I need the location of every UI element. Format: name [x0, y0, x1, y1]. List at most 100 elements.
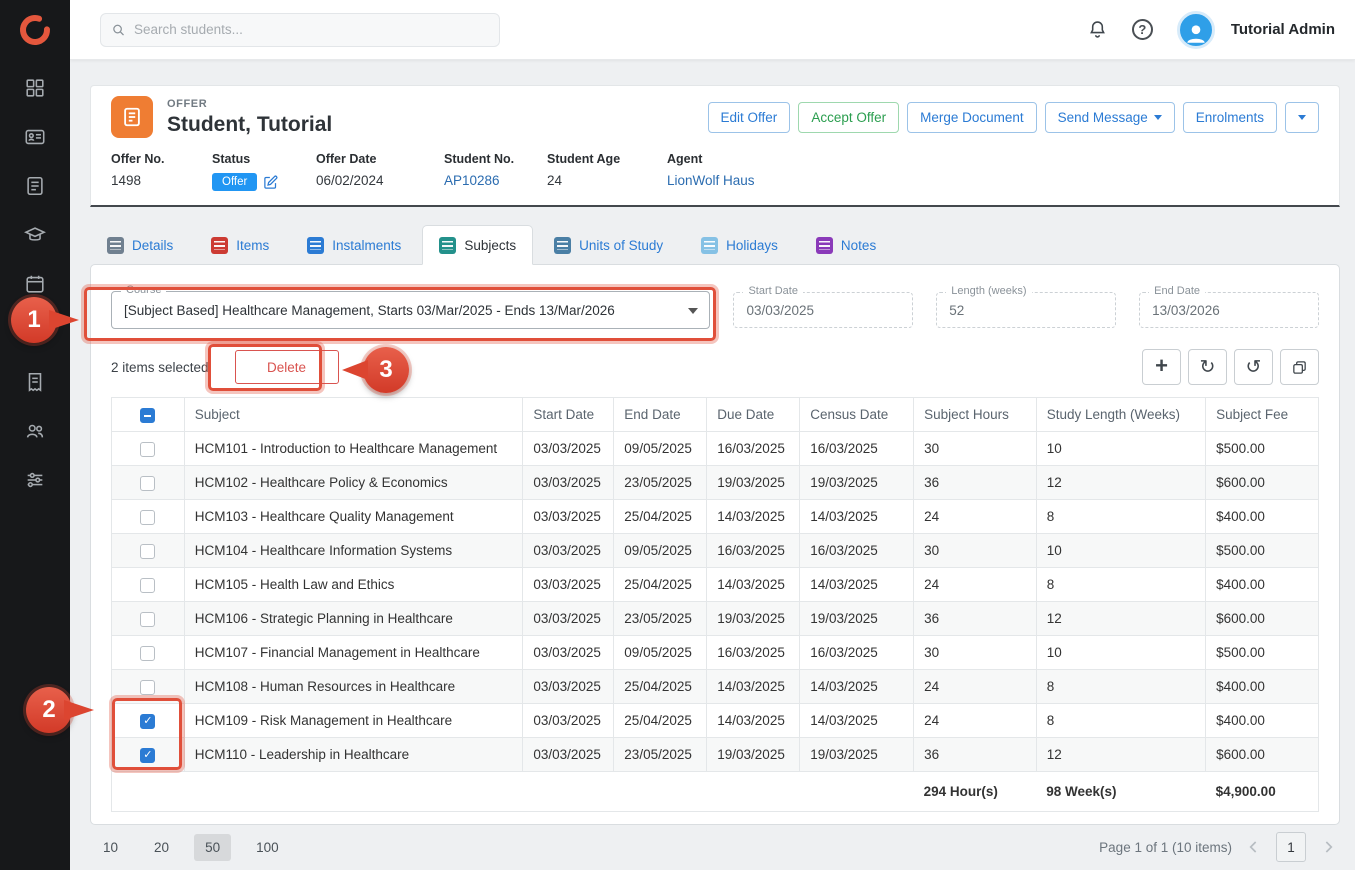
- row-checkbox[interactable]: [140, 544, 155, 559]
- refresh-icon: ↻: [1200, 356, 1216, 379]
- subject-cell: HCM105 - Health Law and Ethics: [184, 568, 523, 602]
- merge-document-button[interactable]: Merge Document: [907, 102, 1037, 133]
- census-date-cell: 16/03/2025: [800, 534, 914, 568]
- due-date-cell: 14/03/2025: [707, 568, 800, 602]
- add-icon: +: [1155, 353, 1168, 379]
- notifications-bell-icon[interactable]: [1087, 19, 1108, 40]
- start-date-cell: 03/03/2025: [523, 432, 614, 466]
- row-checkbox[interactable]: [140, 442, 155, 457]
- offer-meta-item: StatusOffer: [212, 152, 316, 191]
- table-row: HCM109 - Risk Management in Healthcare03…: [112, 704, 1319, 738]
- refresh-button[interactable]: ↻: [1188, 349, 1227, 385]
- courses-icon[interactable]: [23, 223, 47, 247]
- subject-hours-cell: 36: [914, 738, 1037, 772]
- subject-hours-cell: 30: [914, 636, 1037, 670]
- accept-offer-button[interactable]: Accept Offer: [798, 102, 899, 133]
- end-date-cell: 09/05/2025: [614, 432, 707, 466]
- table-row: HCM101 - Introduction to Healthcare Mana…: [112, 432, 1319, 466]
- edit-offer-button[interactable]: Edit Offer: [708, 102, 791, 133]
- tab-units-of-study[interactable]: Units of Study: [537, 225, 680, 265]
- tab-label: Subjects: [464, 238, 516, 253]
- page-size-20[interactable]: 20: [143, 834, 180, 861]
- meta-link[interactable]: AP10286: [444, 173, 547, 188]
- due-date-cell: 14/03/2025: [707, 500, 800, 534]
- select-all-checkbox[interactable]: [140, 408, 155, 423]
- row-checkbox[interactable]: [140, 476, 155, 491]
- subject-fee-cell: $400.00: [1206, 670, 1319, 704]
- course-select[interactable]: Course [Subject Based] Healthcare Manage…: [111, 291, 710, 329]
- row-checkbox[interactable]: [140, 578, 155, 593]
- history-button[interactable]: ↺: [1234, 349, 1273, 385]
- page-size-10[interactable]: 10: [92, 834, 129, 861]
- chevron-down-icon: [688, 308, 698, 314]
- settings-icon[interactable]: [23, 468, 47, 492]
- row-checkbox[interactable]: [140, 714, 155, 729]
- app-logo[interactable]: [0, 0, 70, 60]
- search-input[interactable]: [134, 22, 489, 37]
- row-checkbox[interactable]: [140, 612, 155, 627]
- help-icon[interactable]: ?: [1132, 19, 1153, 40]
- tab-notes[interactable]: Notes: [799, 225, 893, 265]
- tab-details[interactable]: Details: [90, 225, 190, 265]
- tab-instalments[interactable]: Instalments: [290, 225, 418, 265]
- subject-hours-cell: 36: [914, 602, 1037, 636]
- row-checkbox[interactable]: [140, 646, 155, 661]
- study-length-cell: 10: [1036, 636, 1205, 670]
- edit-status-icon[interactable]: [263, 175, 278, 190]
- tab-holidays[interactable]: Holidays: [684, 225, 795, 265]
- previous-page-icon[interactable]: [1244, 837, 1264, 857]
- end-date-value: 13/03/2026: [1152, 303, 1220, 318]
- tab-label: Units of Study: [579, 238, 663, 253]
- page-size-50[interactable]: 50: [194, 834, 231, 861]
- calendar-icon[interactable]: [23, 272, 47, 296]
- study-length-cell: 12: [1036, 738, 1205, 772]
- dashboard-icon[interactable]: [23, 76, 47, 100]
- row-checkbox-cell: [112, 432, 185, 466]
- send-message-button[interactable]: Send Message: [1045, 102, 1175, 133]
- row-checkbox[interactable]: [140, 680, 155, 695]
- subject-fee-cell: $500.00: [1206, 636, 1319, 670]
- user-name[interactable]: Tutorial Admin: [1231, 21, 1335, 38]
- more-actions-button[interactable]: [1285, 102, 1319, 133]
- study-length-cell: 8: [1036, 568, 1205, 602]
- next-page-icon[interactable]: [1318, 837, 1338, 857]
- study-length-cell: 12: [1036, 602, 1205, 636]
- offer-card: OFFER Student, Tutorial Edit OfferAccept…: [90, 85, 1340, 207]
- subject-hours-cell: 24: [914, 568, 1037, 602]
- students-icon[interactable]: [23, 125, 47, 149]
- tab-items[interactable]: Items: [194, 225, 286, 265]
- start-date-cell: 03/03/2025: [523, 500, 614, 534]
- start-date-cell: 03/03/2025: [523, 738, 614, 772]
- due-date-cell: 14/03/2025: [707, 704, 800, 738]
- column-header: End Date: [614, 398, 707, 432]
- current-page-button[interactable]: 1: [1276, 832, 1306, 862]
- invoices-icon[interactable]: [23, 370, 47, 394]
- due-date-cell: 16/03/2025: [707, 534, 800, 568]
- duplicate-button[interactable]: [1280, 349, 1319, 385]
- row-checkbox-cell: [112, 636, 185, 670]
- row-checkbox[interactable]: [140, 510, 155, 525]
- delete-button[interactable]: Delete: [235, 350, 339, 384]
- due-date-cell: 16/03/2025: [707, 636, 800, 670]
- enrolments-button[interactable]: Enrolments: [1183, 102, 1277, 133]
- avatar[interactable]: [1177, 11, 1215, 49]
- agents-icon[interactable]: [23, 419, 47, 443]
- due-date-cell: 16/03/2025: [707, 432, 800, 466]
- length-weeks-label: Length (weeks): [946, 285, 1031, 297]
- select-all-cell: [112, 398, 185, 432]
- offer-meta-item: Student No.AP10286: [444, 152, 547, 191]
- tab-details-icon: [107, 237, 124, 254]
- subject-fee-cell: $500.00: [1206, 534, 1319, 568]
- tab-notes-icon: [816, 237, 833, 254]
- add-subject-button[interactable]: +: [1142, 349, 1181, 385]
- column-header: Due Date: [707, 398, 800, 432]
- page-size-100[interactable]: 100: [245, 834, 290, 861]
- caret-down-icon: [1154, 115, 1162, 120]
- topbar: ? Tutorial Admin: [70, 0, 1355, 60]
- offers-icon[interactable]: [23, 174, 47, 198]
- subject-fee-cell: $400.00: [1206, 568, 1319, 602]
- row-checkbox[interactable]: [140, 748, 155, 763]
- tab-subjects[interactable]: Subjects: [422, 225, 533, 265]
- meta-link[interactable]: LionWolf Haus: [667, 173, 1319, 188]
- tab-holidays-icon: [701, 237, 718, 254]
